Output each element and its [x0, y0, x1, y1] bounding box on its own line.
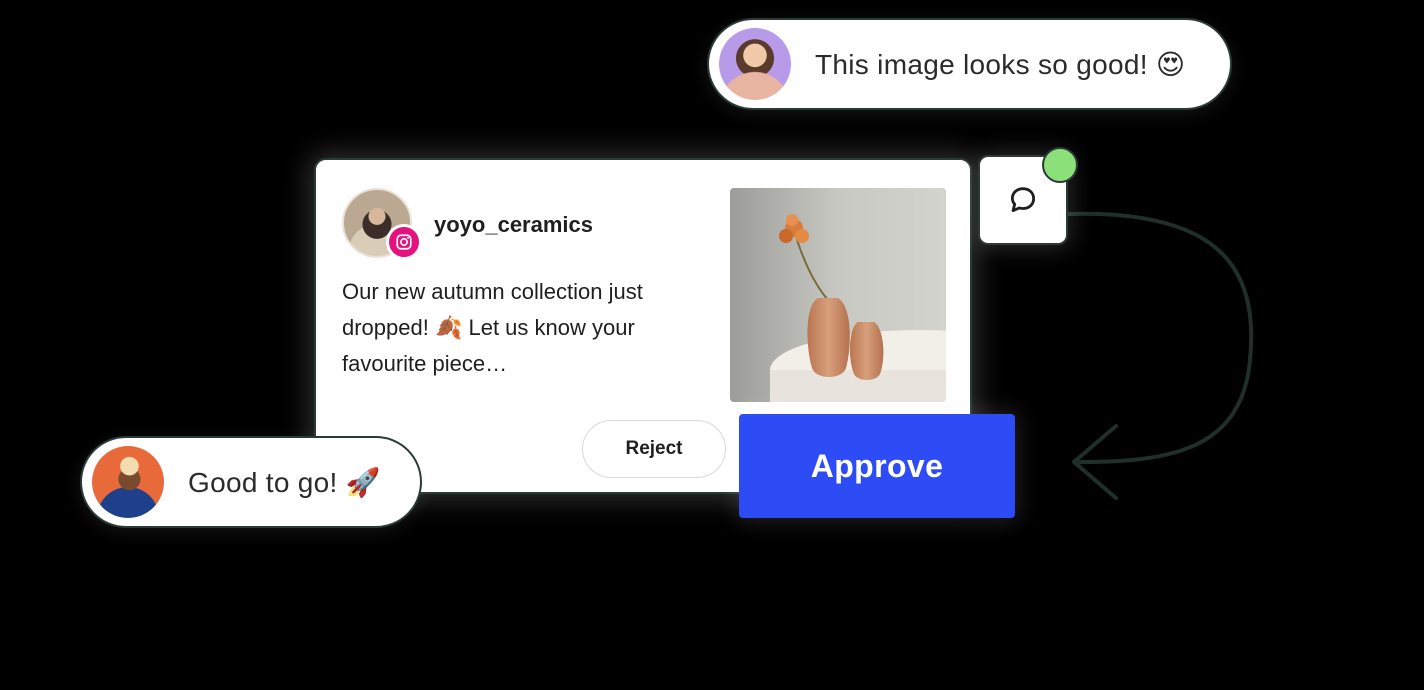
approval-illustration: This image looks so good! 😍 yoyo_ceramic… [0, 0, 1424, 690]
avatar [92, 446, 164, 518]
comment-text: This image looks so good! 😍 [815, 48, 1186, 80]
post-caption: Our new autumn collection just dropped! … [342, 279, 643, 376]
comment-bubble-top: This image looks so good! 😍 [707, 18, 1232, 110]
approve-button[interactable]: Approve [739, 414, 1015, 518]
reject-button[interactable]: Reject [582, 420, 726, 478]
comment-bubble-bottom: Good to go! 🚀 [80, 436, 422, 528]
comment-text: Good to go! 🚀 [188, 466, 381, 498]
comment-icon [1010, 187, 1036, 213]
post-image [730, 188, 946, 402]
avatar [719, 28, 791, 100]
connector-arrow [1066, 211, 1254, 500]
instagram-icon [386, 224, 422, 260]
notification-dot [1042, 147, 1078, 183]
post-username: yoyo_ceramics [434, 212, 593, 237]
